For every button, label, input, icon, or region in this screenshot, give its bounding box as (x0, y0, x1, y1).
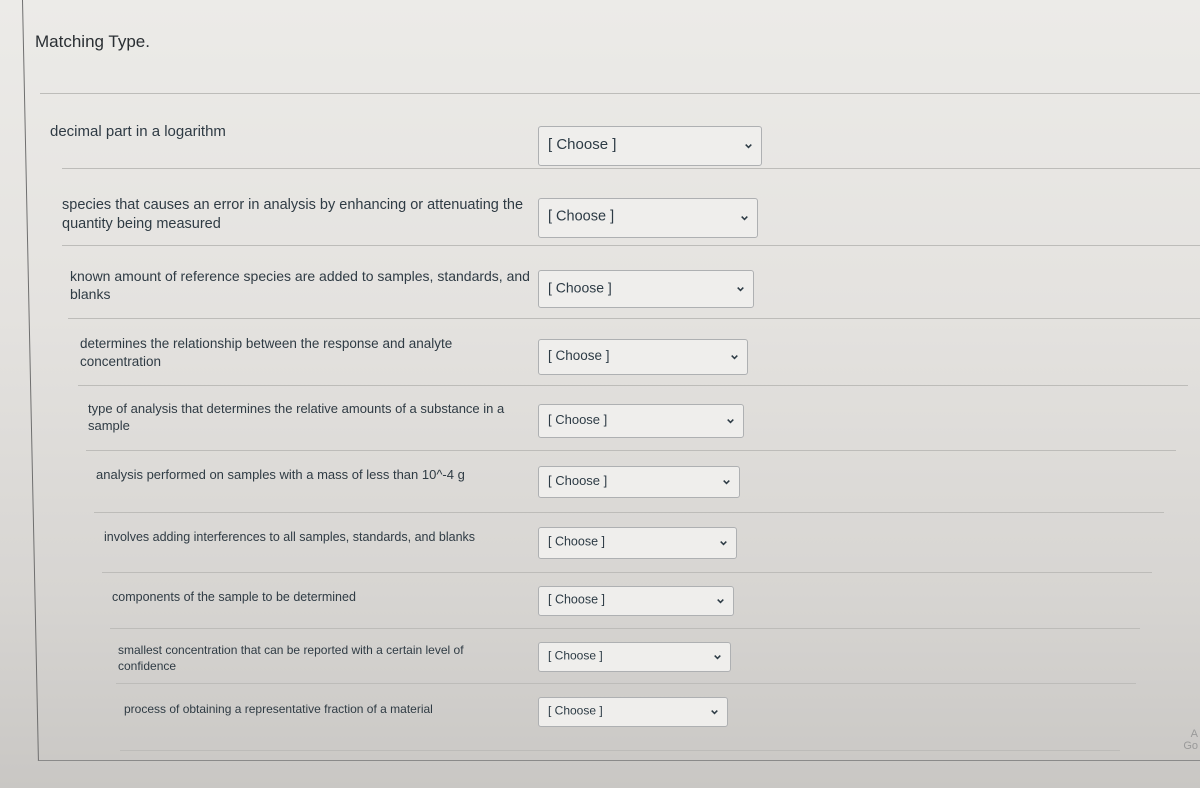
answer-select[interactable]: [ Choose ] (538, 126, 762, 166)
answer-select[interactable]: [ Choose ] (538, 642, 731, 672)
answer-select[interactable]: [ Choose ] (538, 527, 737, 559)
item-prompt: process of obtaining a representative fr… (124, 702, 433, 716)
item-prompt: species that causes an error in analysis… (62, 197, 524, 232)
question-title: Matching Type. (35, 32, 150, 51)
select-value: [ Choose ] (548, 703, 603, 718)
answer-select[interactable]: [ Choose ] (538, 198, 758, 238)
item-prompt: involves adding interferences to all sam… (104, 530, 476, 544)
divider (94, 512, 1164, 513)
select-value: [ Choose ] (548, 648, 603, 663)
select-value: [ Choose ] (548, 592, 605, 607)
divider (68, 318, 1200, 319)
chevron-down-icon (727, 419, 734, 424)
answer-select[interactable]: [ Choose ] (538, 466, 740, 498)
answer-select[interactable]: [ Choose ] (538, 697, 728, 727)
divider (116, 683, 1136, 684)
chevron-down-icon (731, 355, 738, 360)
divider (40, 93, 1200, 94)
chevron-down-icon (711, 710, 718, 715)
divider (102, 572, 1152, 573)
chevron-down-icon (745, 144, 752, 149)
answer-select[interactable]: [ Choose ] (538, 404, 744, 438)
select-value: [ Choose ] (548, 135, 617, 153)
item-prompt: decimal part in a logarithm (50, 123, 226, 140)
chevron-down-icon (737, 287, 744, 292)
chevron-down-icon (717, 599, 724, 604)
chevron-down-icon (720, 541, 727, 546)
select-value: [ Choose ] (548, 534, 605, 549)
activate-watermark: A Go (1183, 728, 1198, 753)
divider (78, 385, 1188, 386)
item-prompt: known amount of reference species are ad… (70, 268, 530, 303)
divider (120, 750, 1120, 751)
select-value: [ Choose ] (548, 412, 608, 427)
divider (86, 450, 1176, 451)
item-prompt: analysis performed on samples with a mas… (96, 467, 465, 482)
chevron-down-icon (741, 216, 748, 221)
item-prompt: smallest concentration that can be repor… (118, 643, 464, 673)
answer-select[interactable]: [ Choose ] (538, 586, 734, 616)
divider (62, 245, 1200, 246)
item-prompt: determines the relationship between the … (80, 336, 453, 369)
answer-select[interactable]: [ Choose ] (538, 339, 748, 375)
select-value: [ Choose ] (548, 208, 615, 225)
chevron-down-icon (723, 480, 730, 485)
select-value: [ Choose ] (548, 279, 612, 296)
divider (110, 628, 1140, 629)
item-prompt: components of the sample to be determine… (112, 590, 356, 604)
select-value: [ Choose ] (548, 473, 608, 488)
answer-select[interactable]: [ Choose ] (538, 270, 754, 308)
select-value: [ Choose ] (548, 348, 610, 363)
item-prompt: type of analysis that determines the rel… (88, 401, 505, 433)
chevron-down-icon (714, 655, 721, 660)
divider (62, 168, 1200, 169)
